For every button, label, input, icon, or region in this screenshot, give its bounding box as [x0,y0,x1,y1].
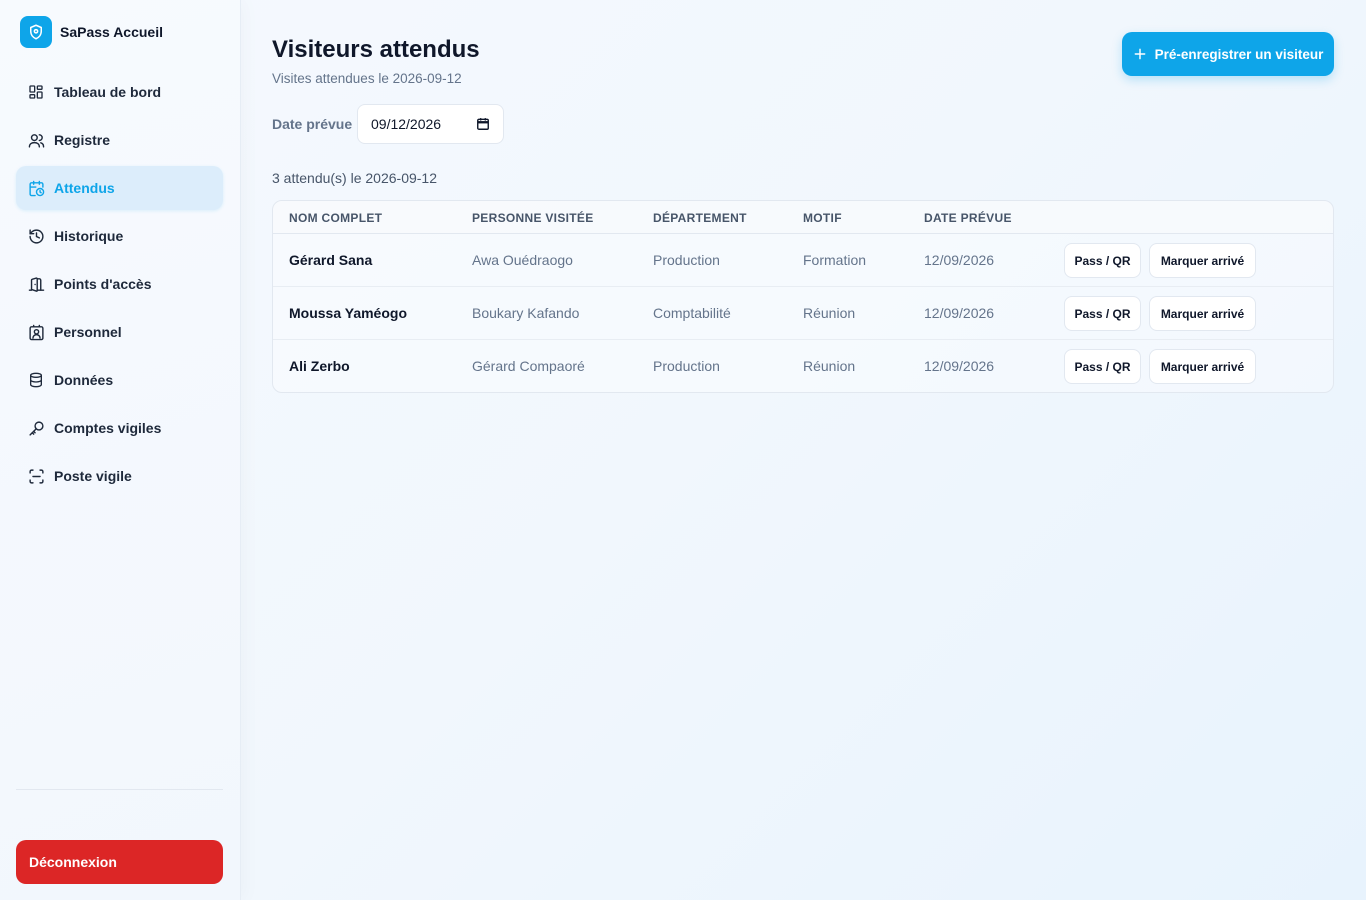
mark-arrived-button[interactable]: Marquer arrivé [1149,296,1256,331]
plus-icon [1133,47,1147,61]
sidebar-item-registre[interactable]: Registre [16,118,223,162]
sidebar-item-historique[interactable]: Historique [16,214,223,258]
scan-icon [27,467,45,485]
department: Comptabilité [653,305,731,321]
department: Production [653,252,720,268]
sidebar-item-label: Données [54,372,114,388]
shield-icon [20,16,52,48]
logout-button[interactable]: Déconnexion [16,840,223,884]
table-row: Moussa Yaméogo Boukary Kafando Comptabil… [273,287,1333,340]
mark-arrived-button[interactable]: Marquer arrivé [1149,349,1256,384]
users-icon [27,131,45,149]
expected-visitors-table: NOM COMPLET PERSONNE VISITÉE DÉPARTEMENT… [272,200,1334,393]
sidebar-item-label: Registre [54,132,111,148]
pass-qr-button[interactable]: Pass / QR [1064,296,1141,331]
sidebar-item-points-d-acces[interactable]: Points d'accès [16,262,223,306]
sidebar-divider [16,789,223,790]
sidebar-nav: Tableau de bord Registre Attendus Histor… [16,70,223,502]
brand: SaPass Accueil [20,16,163,48]
sidebar-item-label: Personnel [54,324,122,340]
mark-arrived-button[interactable]: Marquer arrivé [1149,243,1256,278]
page-subtitle: Visites attendues le 2026-09-12 [272,71,462,86]
visitor-name: Ali Zerbo [289,358,350,374]
page-title: Visiteurs attendus [272,36,480,63]
sidebar-item-comptes-vigiles[interactable]: Comptes vigiles [16,406,223,450]
department: Production [653,358,720,374]
visited-person: Boukary Kafando [472,305,580,321]
column-header: MOTIF [803,211,842,225]
sidebar-item-personnel[interactable]: Personnel [16,310,223,354]
date-filter-label: Date prévue [272,116,353,132]
badge-icon [27,323,45,341]
planned-date: 12/09/2026 [924,252,995,268]
visitor-name: Moussa Yaméogo [289,305,408,321]
reason: Réunion [803,358,856,374]
pass-qr-button[interactable]: Pass / QR [1064,349,1141,384]
sidebar-item-donnees[interactable]: Données [16,358,223,402]
column-header: PERSONNE VISITÉE [472,211,594,225]
key-icon [27,419,45,437]
table-header: NOM COMPLET PERSONNE VISITÉE DÉPARTEMENT… [273,201,1333,234]
date-value: 09/12/2026 [371,116,442,132]
reason: Réunion [803,305,856,321]
sidebar-item-label: Historique [54,228,124,244]
table-row: Gérard Sana Awa Ouédraogo Production For… [273,234,1333,287]
result-count: 3 attendu(s) le 2026-09-12 [272,170,437,186]
sidebar-item-label: Points d'accès [54,276,152,292]
database-icon [27,371,45,389]
sidebar-item-label: Tableau de bord [54,84,162,100]
column-header: NOM COMPLET [289,211,383,225]
pass-qr-button[interactable]: Pass / QR [1064,243,1141,278]
sidebar-item-label: Comptes vigiles [54,420,162,436]
door-icon [27,275,45,293]
table-row: Ali Zerbo Gérard Compaoré Production Réu… [273,340,1333,392]
sidebar-item-label: Poste vigile [54,468,132,484]
preregister-label: Pré-enregistrer un visiteur [1154,46,1324,62]
date-input[interactable]: 09/12/2026 [357,104,504,144]
grid-icon [27,83,45,101]
sidebar-item-tableau-de-bord[interactable]: Tableau de bord [16,70,223,114]
column-header: DÉPARTEMENT [653,211,747,225]
visited-person: Gérard Compaoré [472,358,585,374]
calendar-icon[interactable] [476,117,490,134]
history-icon [27,227,45,245]
calendar-clock-icon [27,179,45,197]
sidebar: SaPass Accueil Tableau de bord Registre … [0,0,240,900]
column-header: DATE PRÉVUE [924,211,1012,225]
visited-person: Awa Ouédraogo [472,252,573,268]
planned-date: 12/09/2026 [924,358,995,374]
planned-date: 12/09/2026 [924,305,995,321]
preregister-visitor-button[interactable]: Pré-enregistrer un visiteur [1122,32,1334,76]
sidebar-item-label: Attendus [54,180,115,196]
reason: Formation [803,252,867,268]
brand-name: SaPass Accueil [60,24,163,40]
sidebar-item-poste-vigile[interactable]: Poste vigile [16,454,223,498]
visitor-name: Gérard Sana [289,252,373,268]
sidebar-item-attendus[interactable]: Attendus [16,166,223,210]
